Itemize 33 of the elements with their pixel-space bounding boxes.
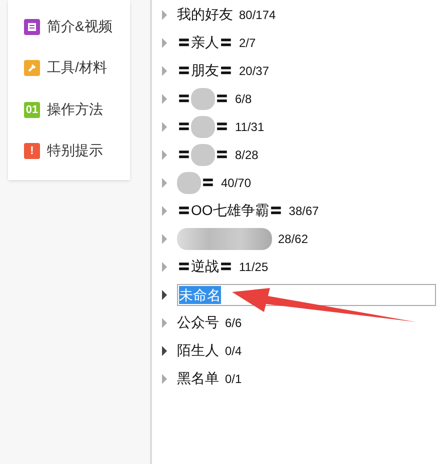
group-name[interactable]: 〓逆战〓 xyxy=(177,258,233,276)
group-name[interactable] xyxy=(177,228,272,250)
member-count: 80/174 xyxy=(239,8,276,22)
member-count: 38/67 xyxy=(288,204,319,218)
sidebar-item[interactable]: 操作方法 xyxy=(47,100,103,119)
number-icon: 01 xyxy=(24,102,40,118)
group-name[interactable]: 〓 〓 xyxy=(177,116,229,138)
member-count: 6/8 xyxy=(235,92,252,106)
group-name[interactable]: 陌生人 xyxy=(177,342,219,360)
group-name[interactable]: 〓OO七雄争霸〓 xyxy=(177,202,283,220)
member-count: 20/37 xyxy=(239,64,270,78)
exclamation-icon: ! xyxy=(24,143,40,160)
sidebar-item[interactable]: 特别提示 xyxy=(47,142,103,160)
expand-arrow-icon[interactable] xyxy=(162,346,167,356)
sidebar-item[interactable]: 简介&视频 xyxy=(47,18,112,36)
member-count: 8/28 xyxy=(235,148,258,162)
sidebar-item[interactable]: 工具/材料 xyxy=(47,59,107,78)
group-name[interactable]: 〓 〓 xyxy=(177,88,229,110)
group-name[interactable]: 〓 〓 xyxy=(177,144,229,166)
group-name[interactable]: 公众号 xyxy=(177,314,219,332)
member-count: 0/4 xyxy=(225,344,242,358)
group-name[interactable]: 〓朋友〓 xyxy=(177,62,233,80)
member-count: 6/6 xyxy=(225,316,242,330)
member-count: 28/62 xyxy=(278,232,308,246)
member-count: 11/31 xyxy=(235,120,264,134)
member-count: 2/7 xyxy=(239,36,256,50)
group-name[interactable]: 黑名单 xyxy=(177,370,219,388)
group-name[interactable]: 我的好友 xyxy=(177,6,233,24)
group-name[interactable]: 〓亲人〓 xyxy=(177,34,233,52)
member-count: 11/25 xyxy=(239,260,268,274)
member-count: 0/1 xyxy=(225,372,242,386)
member-count: 40/70 xyxy=(221,176,252,190)
expand-arrow-icon[interactable] xyxy=(162,290,167,300)
